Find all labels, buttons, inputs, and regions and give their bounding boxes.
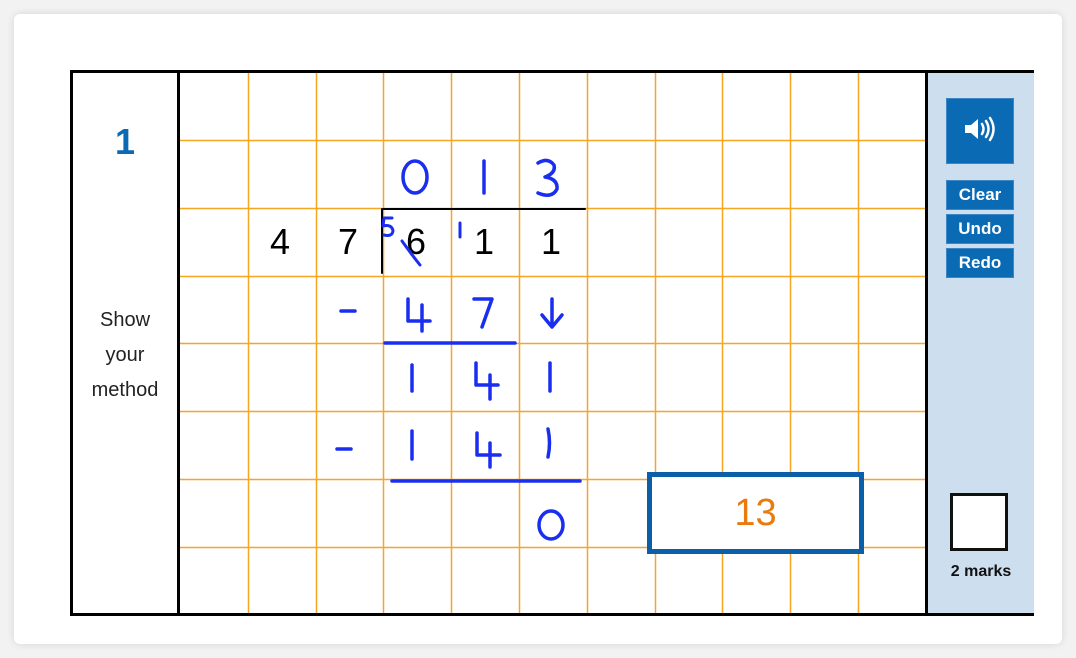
ink-7 xyxy=(472,297,494,329)
question-card: 1 Show your method 4 7 6 1 1 13 Clear Un… xyxy=(14,14,1062,644)
ink-4c xyxy=(475,431,502,469)
question-info-column: 1 Show your method xyxy=(73,73,180,613)
instruction-line: your xyxy=(105,344,145,366)
tools-panel: Clear Undo Redo 2 marks xyxy=(925,73,1034,613)
instruction-line: Show xyxy=(99,309,151,331)
instruction-text: Show your method xyxy=(73,303,177,408)
marks-checkbox xyxy=(950,493,1008,551)
clear-button[interactable]: Clear xyxy=(946,180,1014,210)
answer-value: 13 xyxy=(734,491,777,534)
redo-button[interactable]: Redo xyxy=(946,248,1014,278)
ink-quotient-0 xyxy=(401,159,429,195)
ink-strike xyxy=(400,239,422,267)
division-bracket xyxy=(381,208,586,274)
undo-button[interactable]: Undo xyxy=(946,214,1014,244)
ink-1d xyxy=(546,427,552,459)
ink-down-arrow xyxy=(540,297,564,329)
instruction-line: method xyxy=(91,379,159,401)
question-number: 1 xyxy=(114,121,136,162)
question-frame: 1 Show your method 4 7 6 1 1 13 Clear Un… xyxy=(70,70,1034,616)
ink-carry-5 xyxy=(381,216,395,237)
answer-box[interactable]: 13 xyxy=(647,472,864,554)
ink-remainder-0 xyxy=(537,509,565,541)
audio-button[interactable] xyxy=(946,98,1014,164)
ink-4b xyxy=(474,361,500,401)
ink-quotient-3 xyxy=(536,158,559,197)
marks-label: 2 marks xyxy=(950,563,1012,580)
working-grid-canvas[interactable]: 4 7 6 1 1 13 xyxy=(180,73,925,613)
ink-4a xyxy=(406,297,432,333)
speaker-icon xyxy=(963,115,997,148)
